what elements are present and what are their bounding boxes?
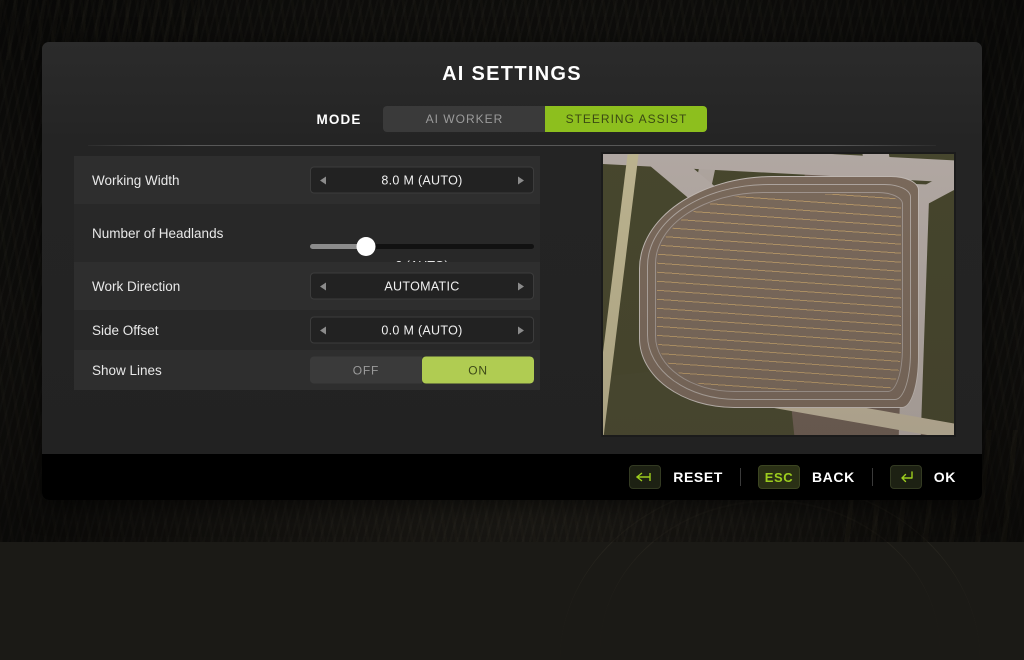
work-direction-value: AUTOMATIC <box>326 279 518 293</box>
setting-row-work-direction: Work Direction AUTOMATIC <box>74 262 540 310</box>
ok-button[interactable]: OK <box>890 465 956 489</box>
headlands-slider[interactable]: 2 (AUTO) <box>310 204 534 262</box>
ok-label: OK <box>934 469 956 485</box>
working-width-value: 8.0 M (AUTO) <box>326 173 518 187</box>
tab-ai-worker[interactable]: AI WORKER <box>383 106 545 132</box>
reset-button[interactable]: RESET <box>629 465 723 489</box>
esc-key[interactable]: ESC <box>758 465 800 489</box>
footer-separator-1 <box>740 468 741 486</box>
show-lines-on-option[interactable]: ON <box>422 357 534 384</box>
setting-label-work-direction: Work Direction <box>92 279 180 294</box>
back-button[interactable]: ESC BACK <box>758 465 855 489</box>
show-lines-toggle[interactable]: OFF ON <box>310 357 534 384</box>
footer-bar: RESET ESC BACK OK <box>42 454 982 500</box>
footer-separator-2 <box>872 468 873 486</box>
ai-settings-dialog: AI SETTINGS MODE AI WORKER STEERING ASSI… <box>42 42 982 500</box>
setting-label-show-lines: Show Lines <box>92 363 162 378</box>
mode-row: MODE AI WORKER STEERING ASSIST <box>42 105 982 133</box>
map-haze-overlay <box>603 154 954 435</box>
side-offset-value: 0.0 M (AUTO) <box>326 323 518 337</box>
setting-row-show-lines: Show Lines OFF ON <box>74 350 540 390</box>
back-label: BACK <box>812 469 855 485</box>
side-offset-selector[interactable]: 0.0 M (AUTO) <box>310 317 534 344</box>
show-lines-off-option[interactable]: OFF <box>310 357 422 384</box>
triangle-right-icon[interactable] <box>518 282 524 290</box>
working-width-selector[interactable]: 8.0 M (AUTO) <box>310 167 534 194</box>
mode-tabs: AI WORKER STEERING ASSIST <box>383 106 707 132</box>
header-divider <box>88 145 936 146</box>
page-title: AI SETTINGS <box>42 63 982 86</box>
field-map-canvas <box>603 154 954 435</box>
field-map-preview <box>601 152 956 437</box>
enter-arrow-icon[interactable] <box>890 465 922 489</box>
setting-label-side-offset: Side Offset <box>92 323 159 338</box>
reset-label: RESET <box>673 469 723 485</box>
slider-knob[interactable] <box>357 237 376 256</box>
setting-label-working-width: Working Width <box>92 173 180 188</box>
triangle-right-icon[interactable] <box>518 176 524 184</box>
tab-steering-assist[interactable]: STEERING ASSIST <box>545 106 707 132</box>
work-direction-selector[interactable]: AUTOMATIC <box>310 273 534 300</box>
backspace-arrow-icon[interactable] <box>629 465 661 489</box>
setting-row-number-of-headlands: Number of Headlands 2 (AUTO) <box>74 204 540 262</box>
triangle-right-icon[interactable] <box>518 326 524 334</box>
settings-list: Working Width 8.0 M (AUTO) Number of Hea… <box>74 156 540 390</box>
setting-row-side-offset: Side Offset 0.0 M (AUTO) <box>74 310 540 350</box>
setting-row-working-width: Working Width 8.0 M (AUTO) <box>74 156 540 204</box>
slider-track[interactable] <box>310 244 534 249</box>
mode-label: MODE <box>317 112 362 127</box>
dialog-body: AI SETTINGS MODE AI WORKER STEERING ASSI… <box>42 42 982 454</box>
setting-label-number-of-headlands: Number of Headlands <box>92 226 223 241</box>
